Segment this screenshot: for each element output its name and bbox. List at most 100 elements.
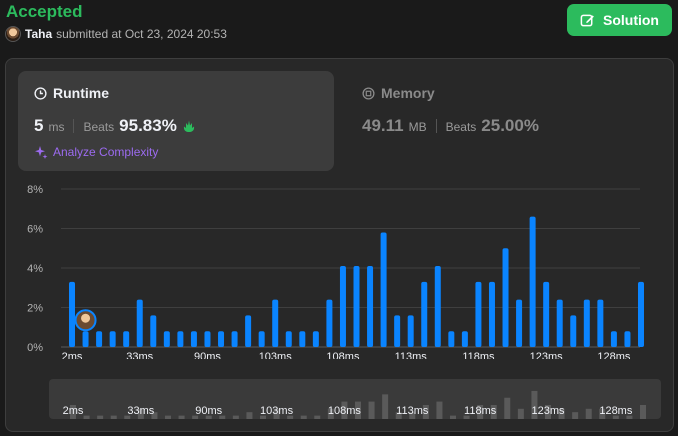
overview-svg: 2ms 33ms 90ms 103ms 108ms 113ms 118ms 123ms 128m… (63, 390, 646, 419)
submitted-at: submitted at Oct 23, 2024 20:53 (56, 27, 227, 41)
overview-tick-label: 90ms (195, 405, 222, 417)
overview-bar (232, 415, 239, 419)
y-tick-label: 4% (27, 263, 43, 275)
fire-icon (183, 120, 194, 132)
chart-bar (136, 299, 143, 347)
memory-value: 49.11 (362, 116, 404, 135)
chart-bar (285, 331, 292, 347)
edit-icon (580, 14, 594, 26)
runtime-card[interactable]: Runtime 5 ms Beats 95.83% Analyze Comple… (18, 71, 334, 171)
overview-bar (165, 415, 171, 419)
chart-bar (570, 315, 577, 347)
chart-bar (367, 266, 374, 347)
user-marker-face (81, 313, 91, 323)
user-name[interactable]: Taha (25, 27, 52, 41)
runtime-value: 5 (34, 116, 44, 135)
chart-bar (597, 299, 604, 347)
chart-bar (150, 315, 157, 347)
divider (73, 119, 75, 133)
overview-bar (314, 415, 321, 419)
x-tick-label: 123ms (530, 351, 564, 359)
chart-bar (96, 331, 103, 347)
overview-bar (246, 412, 253, 419)
chart-svg: 0% 2% 4% 6% 8% 2ms 33ms 90ms 103ms 108ms 113ms 118m… (27, 184, 644, 363)
overview-bar (585, 408, 592, 419)
overview-tick-label: 123ms (531, 405, 565, 417)
x-tick-label: 128ms (597, 351, 631, 359)
chart-bar (624, 331, 631, 347)
chart-bar (177, 331, 184, 347)
overview-bar (382, 394, 389, 419)
overview-bar (436, 401, 443, 419)
chart-bar (258, 331, 265, 347)
x-tick-label: 90ms (194, 351, 221, 359)
chart-bar (610, 331, 617, 347)
overview-tick-label: 103ms (260, 405, 294, 417)
chart-bar (231, 331, 238, 347)
runtime-title: Runtime (34, 85, 109, 101)
x-tick-label: 118ms (462, 351, 495, 359)
memory-beats-label: Beats (445, 120, 477, 134)
chart-bar (502, 248, 509, 347)
chart-bar (448, 331, 455, 347)
chart-bar (272, 299, 279, 347)
runtime-beats-value: 95.83% (119, 116, 177, 135)
x-tick-label: 2ms (62, 351, 83, 359)
memory-title-text: Memory (381, 85, 435, 101)
chart-bar (461, 331, 468, 347)
overview-bar (517, 408, 524, 419)
chart-bar (353, 266, 360, 347)
memory-card[interactable]: Memory 49.11 MB Beats 25.00% (346, 71, 606, 171)
overview-tick-label: 108ms (328, 405, 362, 417)
solution-button[interactable]: Solution (567, 4, 672, 36)
overview-bar (97, 415, 104, 419)
chart-bar (326, 299, 333, 347)
chart-bar (516, 299, 523, 347)
overview-bar (300, 415, 307, 419)
chart-bar (163, 331, 170, 347)
overview-bar (178, 415, 185, 419)
chart-bar (583, 299, 590, 347)
x-tick-label: 33ms (126, 351, 153, 359)
x-tick-label: 113ms (395, 351, 428, 359)
user-avatar[interactable] (5, 26, 21, 42)
chart-bar (204, 331, 211, 347)
chart-bar (218, 331, 225, 347)
overview-bar (110, 415, 117, 419)
memory-unit: MB (408, 120, 427, 134)
overview-tick-label: 2ms (63, 405, 84, 417)
chart-bar (245, 315, 252, 347)
chart-overview-scrollbar[interactable]: 2ms 33ms 90ms 103ms 108ms 113ms 118ms 123ms 128m… (49, 379, 661, 419)
status-accepted: Accepted (6, 2, 83, 21)
solution-label: Solution (603, 12, 659, 28)
memory-title: Memory (362, 85, 435, 101)
overview-tick-label: 118ms (464, 405, 497, 417)
x-tick-label: 103ms (259, 351, 293, 359)
analyze-complexity-link[interactable]: Analyze Complexity (34, 145, 158, 159)
overview-tick-label: 128ms (599, 405, 633, 417)
overview-bar (368, 401, 375, 419)
y-tick-label: 2% (27, 303, 43, 315)
clock-icon (34, 86, 47, 100)
chart-bar (488, 281, 495, 347)
sparkle-icon (35, 146, 48, 159)
chart-bar (123, 331, 130, 347)
chart-bar (556, 299, 563, 347)
chart-bar (529, 216, 536, 347)
runtime-beats-label: Beats (83, 120, 115, 134)
chart-bar (69, 281, 75, 347)
overview-tick-label: 113ms (396, 405, 429, 417)
memory-chip-icon (362, 86, 375, 100)
chart-bar (543, 281, 550, 347)
divider (435, 119, 437, 133)
chart-bar (421, 281, 428, 347)
chart-bar (380, 232, 387, 347)
chart-bar (82, 331, 89, 347)
runtime-title-text: Runtime (53, 85, 109, 101)
chart-bar (339, 266, 346, 347)
runtime-distribution-chart[interactable]: 0% 2% 4% 6% 8% 2ms 33ms 90ms 103ms 108ms 113ms 118m… (6, 179, 675, 363)
chart-bar (190, 331, 197, 347)
overview-bar (572, 412, 579, 419)
chart-bar (434, 266, 441, 347)
chart-bar (394, 315, 401, 347)
